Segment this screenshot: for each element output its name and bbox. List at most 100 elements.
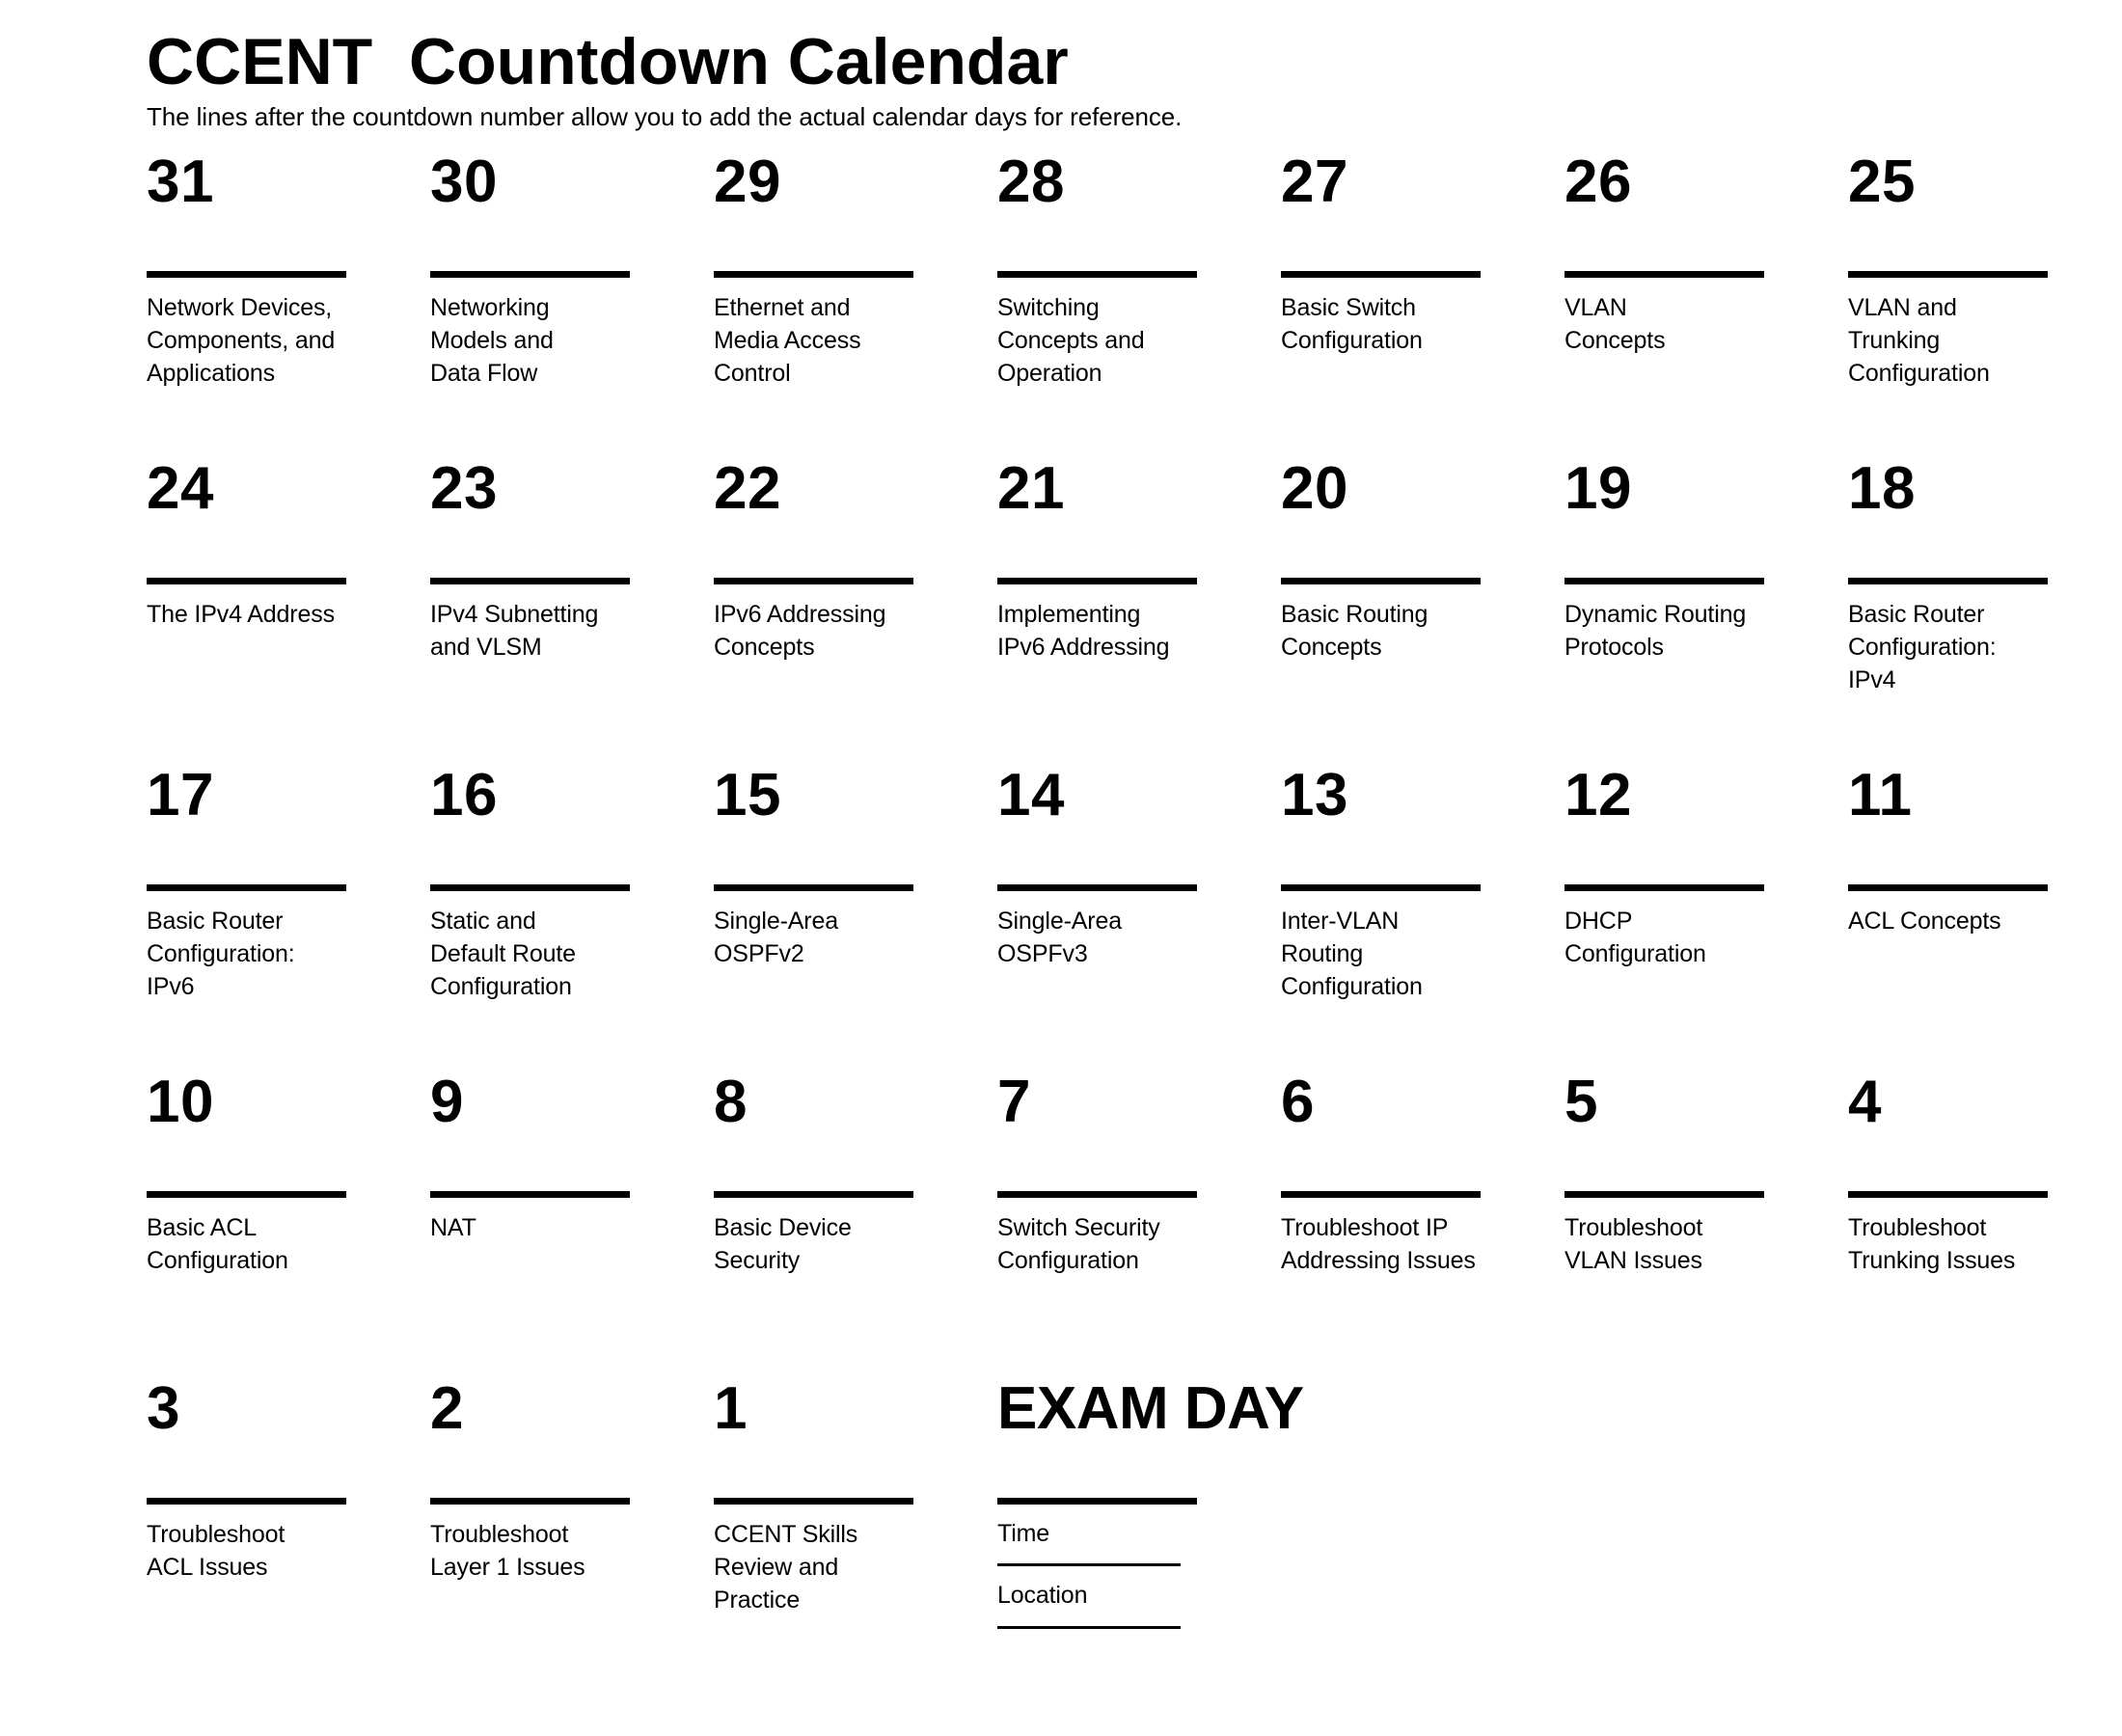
date-write-in-rule[interactable] [997,577,1197,584]
countdown-day-cell: 29 Ethernet and Media Access Control [714,148,997,459]
countdown-day-cell: 15 Single-Area OSPFv2 [714,765,997,1072]
exam-day-field-label: Location [997,1582,1088,1610]
date-write-in-rule[interactable] [147,270,346,278]
countdown-number: 1 [714,1374,748,1442]
topic-label: IPv4 Subnetting and VLSM [430,600,599,661]
date-write-in-rule[interactable] [1281,577,1481,584]
date-write-in-rule[interactable] [430,1497,630,1505]
countdown-number: 19 [1564,454,1632,522]
date-write-in-rule[interactable] [1564,270,1764,278]
countdown-day-cell: 25 VLAN and Trunking Configuration [1848,148,2122,459]
date-write-in-rule[interactable] [1564,883,1764,891]
exam-day-heading: EXAM DAY [997,1374,1304,1442]
topic-label: Basic Router Configuration: IPv6 [147,907,295,1000]
countdown-day-cell: 17 Basic Router Configuration: IPv6 [147,765,430,1072]
date-write-in-rule[interactable] [714,577,913,584]
date-write-in-rule[interactable] [1848,883,2048,891]
countdown-number: 24 [147,454,214,522]
countdown-number: 31 [147,148,214,215]
countdown-day-cell: 12 DHCP Configuration [1564,761,1848,1072]
date-write-in-rule[interactable] [1848,270,2048,278]
countdown-day-cell: 1 CCENT Skills Review and Practice [714,1374,997,1686]
date-write-in-rule[interactable] [430,883,630,891]
countdown-number: 6 [1281,1068,1315,1135]
date-write-in-rule[interactable] [997,1190,1197,1198]
countdown-day-cell: 19 Dynamic Routing Protocols [1564,454,1848,766]
countdown-number: 21 [997,454,1065,522]
countdown-number: 30 [430,148,498,215]
date-write-in-rule[interactable] [147,577,346,584]
countdown-number: 26 [1564,148,1632,215]
exam-day-cell: EXAM DAY Time Location [997,1374,1304,1686]
countdown-number: 25 [1848,148,1916,215]
countdown-day-cell: 7 Switch Security Configuration [997,1068,1281,1379]
date-write-in-rule[interactable] [997,270,1197,278]
topic-label: The IPv4 Address [147,600,335,628]
topic-label: CCENT Skills Review and Practice [714,1520,858,1614]
date-write-in-rule[interactable] [1281,270,1481,278]
countdown-number: 23 [430,454,498,522]
date-write-in-rule[interactable] [714,883,913,891]
topic-label: Basic Device Security [714,1213,852,1274]
topic-label: DHCP Configuration [1564,907,1706,967]
topic-label: Inter-VLAN Routing Configuration [1281,907,1423,1000]
topic-label: Switch Security Configuration [997,1213,1160,1274]
date-write-in-rule[interactable] [430,270,630,278]
countdown-number: 13 [1281,761,1348,828]
countdown-number: 9 [430,1068,464,1135]
page-subtitle: The lines after the countdown number all… [147,102,1183,132]
calendar-grid: 31 Network Devices, Components, and Appli… [0,148,2122,1686]
countdown-number: 14 [997,761,1065,828]
countdown-day-cell: 11 ACL Concepts [1848,761,2122,1072]
date-write-in-rule[interactable] [1281,883,1481,891]
topic-label: Dynamic Routing Protocols [1564,600,1747,661]
countdown-number: 29 [714,148,781,215]
date-write-in-rule[interactable] [997,883,1197,891]
countdown-number: 2 [430,1374,464,1442]
countdown-day-cell: 13 Inter-VLAN Routing Configuration [1281,761,1564,1072]
countdown-day-cell: 16 Static and Default Route Configuration [430,765,714,1072]
countdown-day-cell: 4 Troubleshoot Trunking Issues [1848,1068,2122,1379]
date-write-in-rule[interactable] [147,1497,346,1505]
date-write-in-rule[interactable] [1848,577,2048,584]
date-write-in-rule[interactable] [430,577,630,584]
date-write-in-rule[interactable] [147,1190,346,1198]
date-write-in-rule[interactable] [997,1497,1197,1505]
countdown-day-cell: 18 Basic Router Configuration: IPv4 [1848,458,2122,766]
countdown-day-cell: 5 Troubleshoot VLAN Issues [1564,1071,1848,1379]
date-write-in-rule[interactable] [1281,1190,1481,1198]
countdown-number: 8 [714,1068,748,1135]
countdown-number: 22 [714,454,781,522]
page-title: CCENT Countdown Calendar [147,25,1069,98]
page-header: CCENT Countdown Calendar The lines after… [0,25,2122,133]
topic-label: Troubleshoot Trunking Issues [1848,1213,2016,1274]
date-write-in-rule[interactable] [1848,1190,2048,1198]
countdown-number: 3 [147,1374,180,1442]
countdown-number: 7 [997,1068,1031,1135]
date-write-in-rule[interactable] [430,1190,630,1198]
countdown-day-cell: 28 Switching Concepts and Operation [997,148,1281,459]
countdown-number: 11 [1848,761,1913,828]
topic-label: Single-Area OSPFv3 [997,907,1122,967]
countdown-day-cell: 6 Troubleshoot IP Addressing Issues [1281,1068,1564,1379]
topic-label: VLAN and Trunking Configuration [1848,293,1990,387]
date-write-in-rule[interactable] [714,1497,913,1505]
empty-cell [1848,1379,2122,1686]
date-write-in-rule[interactable] [1564,1190,1764,1198]
topic-label: Basic Switch Configuration [1281,293,1423,354]
date-write-in-rule[interactable] [714,270,913,278]
exam-day-field-write-in-line[interactable] [997,1563,1181,1567]
countdown-number: 12 [1564,761,1632,828]
topic-label: ACL Concepts [1848,907,2001,935]
countdown-number: 4 [1848,1068,1882,1135]
countdown-number: 10 [147,1068,214,1135]
date-write-in-rule[interactable] [1564,577,1764,584]
topic-label: Switching Concepts and Operation [997,293,1145,387]
exam-day-field-write-in-line[interactable] [997,1625,1181,1629]
date-write-in-rule[interactable] [714,1190,913,1198]
countdown-day-cell: 27 Basic Switch Configuration [1281,151,1564,459]
topic-label: NAT [430,1213,476,1241]
empty-cell [1564,1379,1848,1686]
date-write-in-rule[interactable] [147,883,346,891]
countdown-number: 28 [997,148,1065,215]
